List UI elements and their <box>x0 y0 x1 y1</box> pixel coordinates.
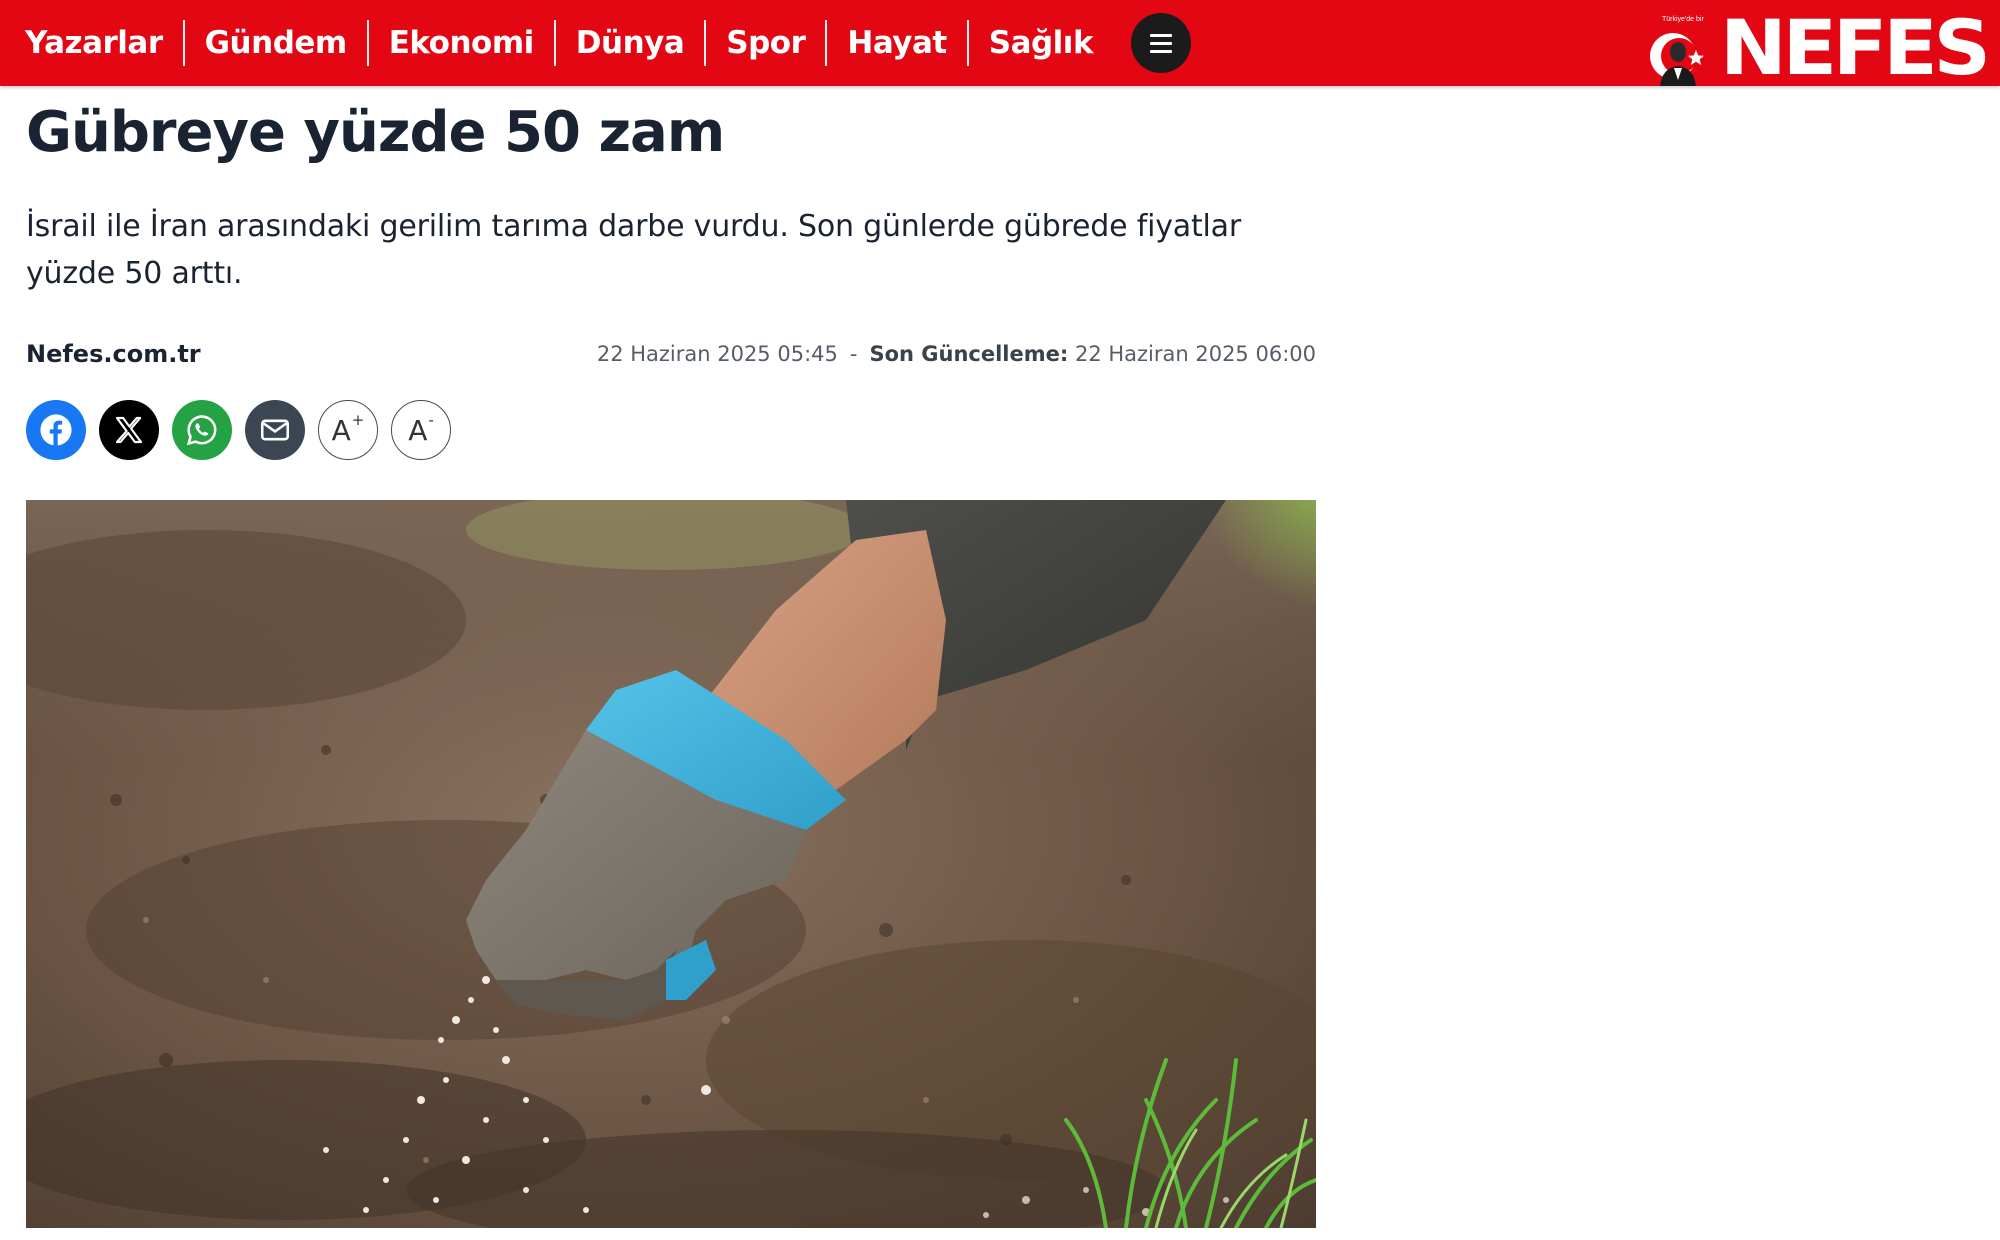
updated-label: Son Güncelleme: <box>869 342 1069 366</box>
facebook-icon <box>40 414 72 446</box>
logo-emblem: Türkiye'de bir <box>1646 6 1716 86</box>
facebook-share-button[interactable] <box>26 400 86 460</box>
nav-item-yazarlar[interactable]: Yazarlar <box>25 20 185 66</box>
hamburger-menu-icon <box>1150 33 1173 37</box>
nav-item-spor[interactable]: Spor <box>706 20 828 66</box>
email-share-button[interactable] <box>245 400 305 460</box>
nav-item-ekonomi[interactable]: Ekonomi <box>369 20 556 66</box>
nav-item-dunya[interactable]: Dünya <box>556 20 707 66</box>
fertilizer-hand-photo <box>26 500 1316 1228</box>
mail-icon <box>260 419 290 441</box>
article-title: Gübreye yüzde 50 zam <box>26 100 725 165</box>
x-share-button[interactable] <box>99 400 159 460</box>
nav-item-gundem[interactable]: Gündem <box>185 20 369 66</box>
font-increase-button[interactable]: A + <box>318 400 378 460</box>
article-image <box>26 500 1316 1228</box>
updated-date: 22 Haziran 2025 06:00 <box>1074 342 1316 366</box>
date-separator: - <box>849 342 858 366</box>
site-logo[interactable]: Türkiye'de bir NEFES <box>1646 6 1991 86</box>
whatsapp-icon <box>186 415 217 446</box>
font-decrease-button[interactable]: A- <box>391 400 451 460</box>
article-source[interactable]: Nefes.com.tr <box>26 340 201 368</box>
nav-item-hayat[interactable]: Hayat <box>827 20 969 66</box>
article-summary: İsrail ile İran arasındaki gerilim tarım… <box>26 209 1241 291</box>
whatsapp-share-button[interactable] <box>172 400 232 460</box>
font-decrease-letter: A <box>408 413 428 447</box>
hamburger-menu-button[interactable] <box>1131 13 1192 73</box>
minus-icon: - <box>428 411 434 429</box>
article-meta: Nefes.com.tr 22 Haziran 2025 05:45- Son G… <box>26 336 1316 372</box>
logo-tagline: Türkiye'de bir <box>1662 16 1704 23</box>
plus-icon: + <box>351 411 365 429</box>
nav-item-saglik[interactable]: Sağlık <box>969 20 1113 66</box>
published-date: 22 Haziran 2025 05:45 <box>596 342 838 366</box>
font-increase-letter: A <box>331 413 351 447</box>
x-icon <box>115 416 143 444</box>
share-toolbar: A + A- <box>26 400 451 460</box>
top-navigation-bar: Yazarlar Gündem Ekonomi Dünya Spor Hayat… <box>0 0 2000 86</box>
logo-wordmark: NEFES <box>1719 3 1991 92</box>
main-nav: Yazarlar Gündem Ekonomi Dünya Spor Hayat… <box>0 0 1192 86</box>
article-dates: 22 Haziran 2025 05:45- Son Güncelleme: 22… <box>597 342 1316 366</box>
